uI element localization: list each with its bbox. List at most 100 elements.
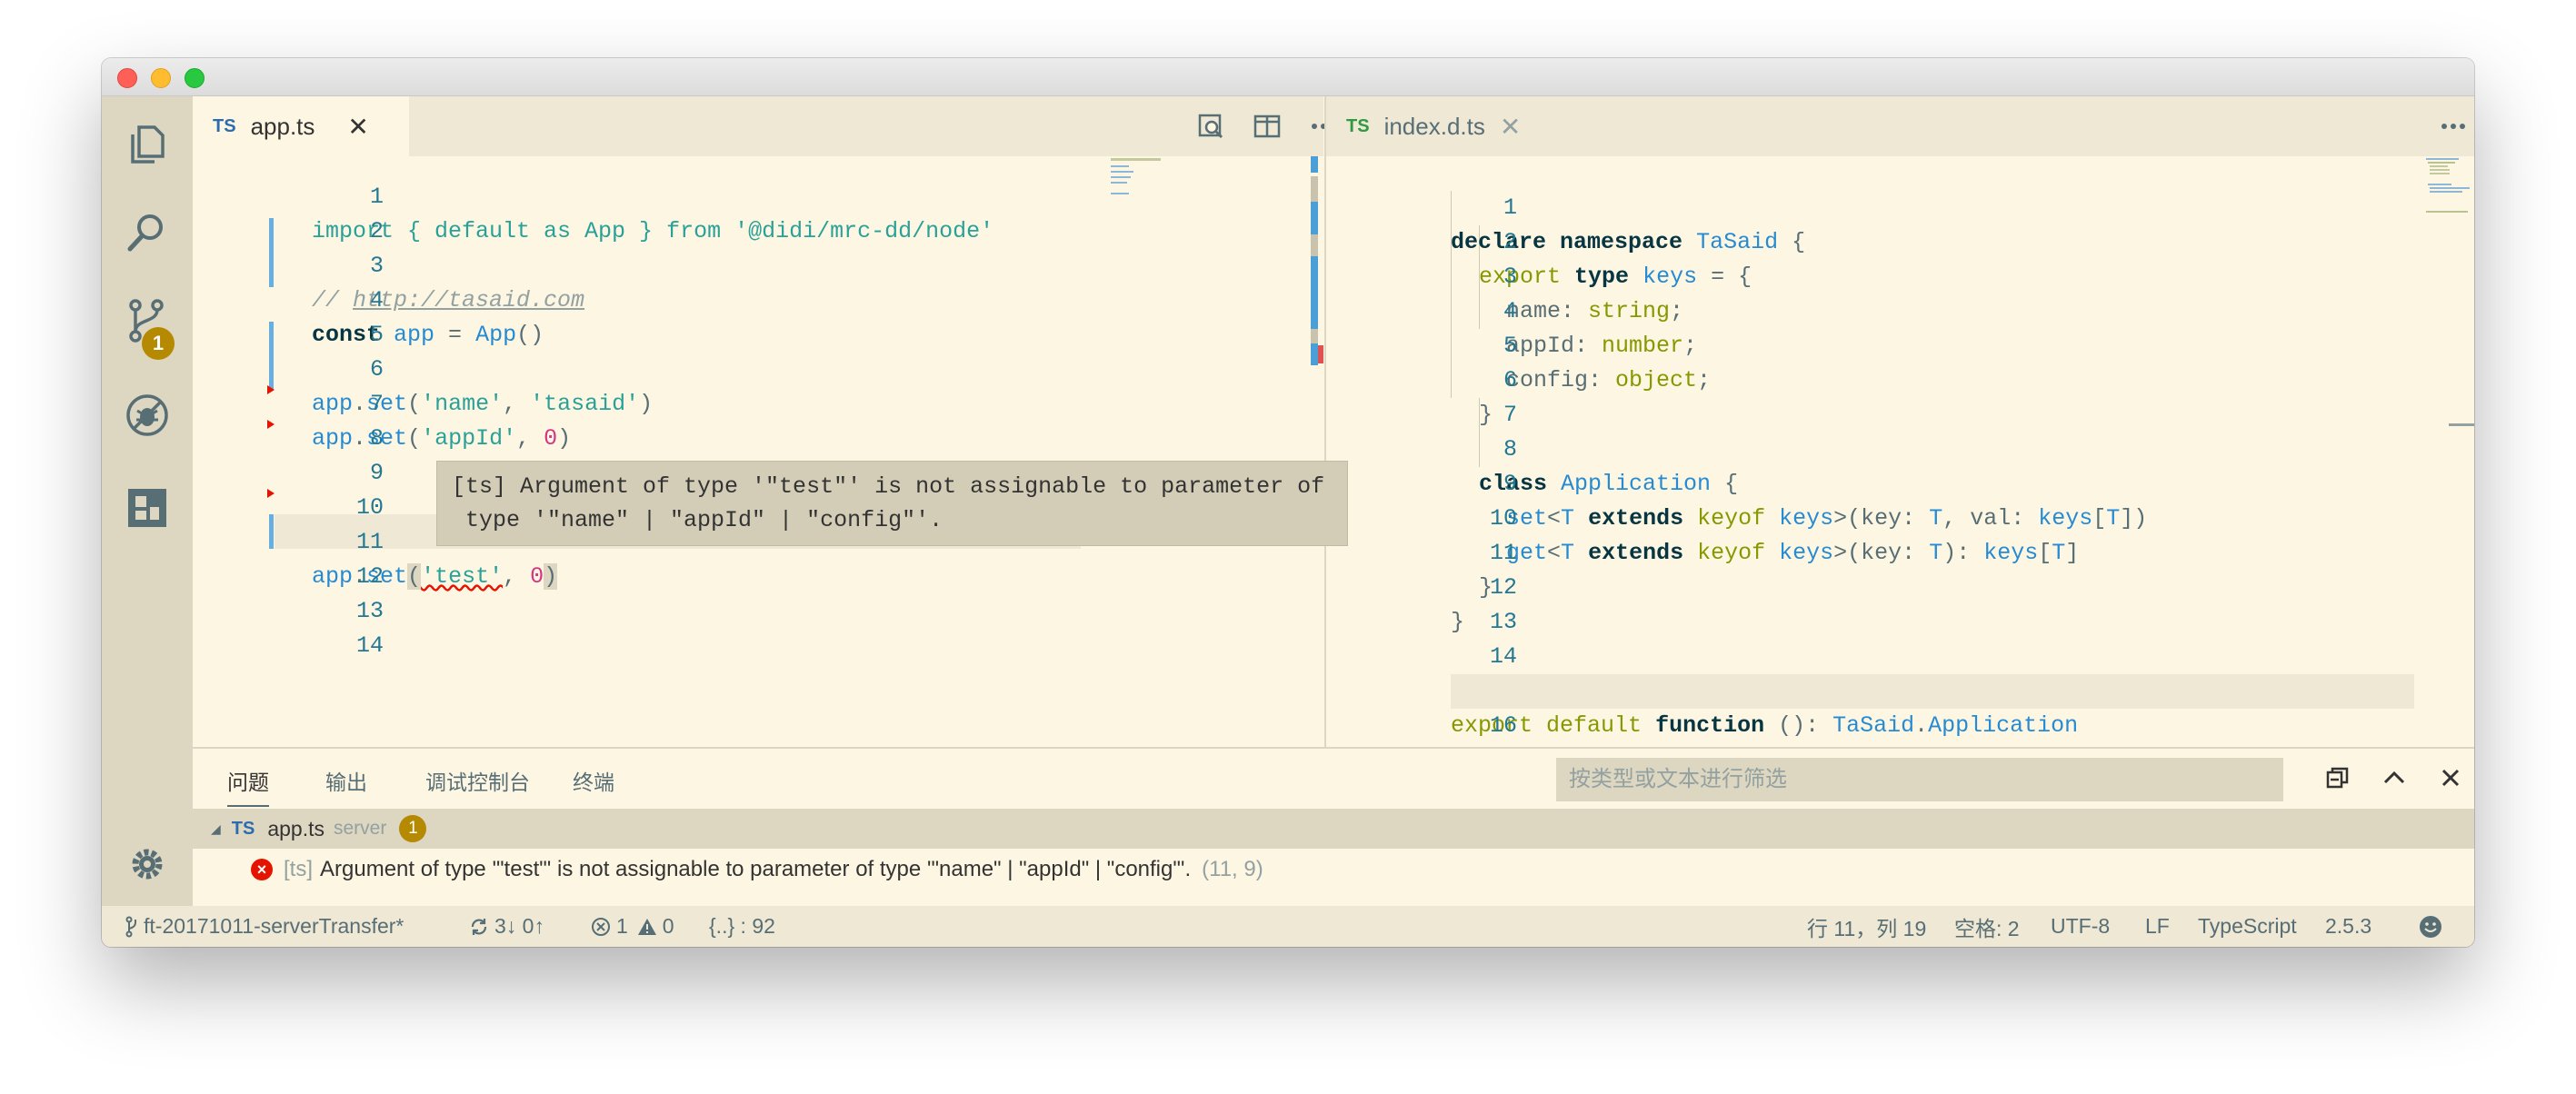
language-mode[interactable]: TypeScript (2198, 906, 2297, 947)
git-branch-icon (125, 916, 137, 937)
tab-index-d-ts[interactable]: TS index.d.ts ✕ (1326, 96, 1543, 156)
error-count: 1 (616, 914, 628, 938)
more-icon[interactable] (2438, 111, 2469, 142)
line-number: 16 (1490, 712, 1518, 739)
tab-label: app.ts (250, 112, 315, 140)
code-line: 3 name: string; (1326, 225, 2474, 324)
maximize-panel-icon[interactable] (2378, 761, 2411, 794)
left-tab-bar: TS app.ts ✕ (193, 96, 1335, 156)
code-line: 4 appId: number; (1326, 260, 2474, 359)
collapse-all-icon[interactable] (2321, 761, 2354, 794)
code-line: 16 (1326, 674, 2474, 739)
code-line: 11 } (1326, 502, 2474, 601)
eol-status[interactable]: LF (2145, 906, 2170, 947)
punctuation: . (1914, 712, 1929, 739)
expand-caret-icon[interactable]: ◢ (211, 821, 221, 837)
close-panel-icon[interactable] (2434, 761, 2467, 794)
overview-ruler[interactable] (1311, 156, 1323, 747)
code-line: 13 (193, 560, 1323, 624)
left-editor-group: TS app.ts ✕ 1 import {default as App} … (193, 96, 1335, 747)
vscode-window: 1 TS app.ts ✕ 1 import {default as App … (102, 58, 2474, 947)
code-line: 3 // http://tasaid.com (193, 214, 1323, 313)
maximize-window-button[interactable] (185, 68, 205, 88)
status-bar: ft-20171011-serverTransfer* 3↓ 0↑ 1 0 {.… (102, 906, 2474, 947)
code-line: 8 (193, 387, 1323, 452)
explorer-icon[interactable] (125, 122, 170, 167)
code-line: 10 get<T extends keyof keys>(key: T): ke… (1326, 467, 2474, 566)
gear-icon[interactable] (125, 841, 170, 887)
code-line: 9 (193, 422, 1323, 486)
punctuation: (): (1764, 712, 1833, 739)
error-hover-tooltip: [ts] Argument of type '"test"' is not as… (436, 461, 1348, 546)
problem-item[interactable]: × [ts] Argument of type '"test"' is not … (193, 849, 2474, 890)
tab-output[interactable]: 输出 (325, 765, 367, 796)
code-line: 6 } (1326, 329, 2474, 428)
typescript-file-icon: TS (1346, 115, 1370, 136)
code-line: 14 (193, 594, 1323, 659)
minimap[interactable] (1111, 158, 1165, 204)
problems-filter-input[interactable] (1556, 758, 2283, 801)
problem-file-dir: server (334, 818, 387, 839)
sync-icon (471, 918, 487, 935)
typescript-version[interactable]: 2.5.3 (2325, 906, 2371, 947)
left-code-editor[interactable]: 1 import { default as App } from '@didi/… (193, 156, 1323, 747)
problem-message: Argument of type '"test"' is not assigna… (320, 857, 1192, 881)
extensions-icon[interactable] (125, 485, 170, 531)
feedback-smiley-icon[interactable] (2418, 906, 2449, 947)
warning-count-icon (637, 918, 656, 935)
right-tab-bar: TS index.d.ts ✕ (1326, 96, 2474, 156)
branch-name: ft-20171011-serverTransfer* (144, 914, 404, 938)
right-code-editor[interactable]: 1 declare namespace TaSaid { 2 export ty… (1326, 156, 2474, 747)
minimize-window-button[interactable] (151, 68, 171, 88)
problems-file-row[interactable]: ◢ TS app.ts server 1 (193, 809, 2474, 849)
bottom-panel: 问题 输出 调试控制台 终端 ◢ TS app.ts server 1 × [t… (193, 747, 2474, 906)
code-line: 6 app.set('name', 'tasaid') (193, 318, 1323, 417)
keyword: function (1655, 712, 1765, 739)
symbols-status[interactable]: {..} : 92 (709, 906, 775, 947)
cursor-position[interactable]: 行 11，列 19 (1807, 906, 1926, 947)
activity-bar: 1 (102, 96, 193, 906)
tab-debug-console[interactable]: 调试控制台 (425, 765, 530, 796)
code-line: 5 (193, 283, 1323, 348)
close-tab-icon[interactable]: ✕ (347, 112, 368, 142)
problems-status[interactable]: 1 0 (591, 906, 674, 947)
namespace-name: TaSaid (1832, 712, 1915, 739)
code-line: 4 const app = App() (193, 249, 1323, 348)
hover-line: [ts] Argument of type '"test"' is not as… (452, 473, 1325, 500)
branch-status[interactable]: ft-20171011-serverTransfer* (125, 906, 404, 947)
split-editor-icon[interactable] (1252, 111, 1283, 142)
code-line: 9 set<T extends keyof keys>(key: T, val:… (1326, 433, 2474, 532)
typescript-file-icon: TS (231, 818, 255, 839)
class-name: Application (1928, 712, 2079, 739)
search-icon[interactable] (125, 209, 170, 254)
problem-position: (11, 9) (1202, 857, 1263, 881)
scrollbar-thumb[interactable] (2449, 423, 2474, 426)
right-editor-group: TS index.d.ts ✕ 1 declare namespace TaSa… (1324, 96, 2474, 747)
code-line: 8 class Application { (1326, 398, 2474, 497)
encoding-status[interactable]: UTF-8 (2051, 906, 2110, 947)
warning-count: 0 (662, 914, 674, 938)
typescript-file-icon: TS (213, 115, 236, 136)
debug-icon[interactable] (125, 393, 170, 438)
code-line: 12 } (1326, 536, 2474, 635)
right-editor-actions (2412, 96, 2469, 156)
code-line: 14 (1326, 605, 2474, 670)
code-line: 2 export type keys = { (1326, 191, 2474, 290)
scm-badge: 1 (142, 327, 175, 360)
minimap[interactable] (2426, 158, 2471, 213)
indentation-status[interactable]: 空格: 2 (1954, 906, 2020, 947)
code-line: 13 (1326, 571, 2474, 635)
code-line: 7 app.set('appId', 0) (193, 353, 1323, 452)
open-changes-icon[interactable] (1195, 111, 1226, 142)
tab-label: index.d.ts (1383, 112, 1485, 140)
close-tab-icon[interactable]: ✕ (1500, 112, 1521, 142)
tab-app-ts[interactable]: TS app.ts ✕ (193, 96, 409, 156)
sync-status[interactable]: 3↓ 0↑ (469, 906, 544, 947)
tab-problems[interactable]: 问题 (227, 765, 269, 807)
problem-source: [ts] (284, 857, 314, 881)
code-line: 15 export default function (): TaSaid.Ap… (1326, 640, 2474, 739)
tab-terminal[interactable]: 终端 (573, 765, 614, 796)
hover-line: type '"name" | "appId" | "config"'. (452, 507, 944, 533)
left-editor-actions (1170, 96, 1339, 156)
close-window-button[interactable] (117, 68, 137, 88)
